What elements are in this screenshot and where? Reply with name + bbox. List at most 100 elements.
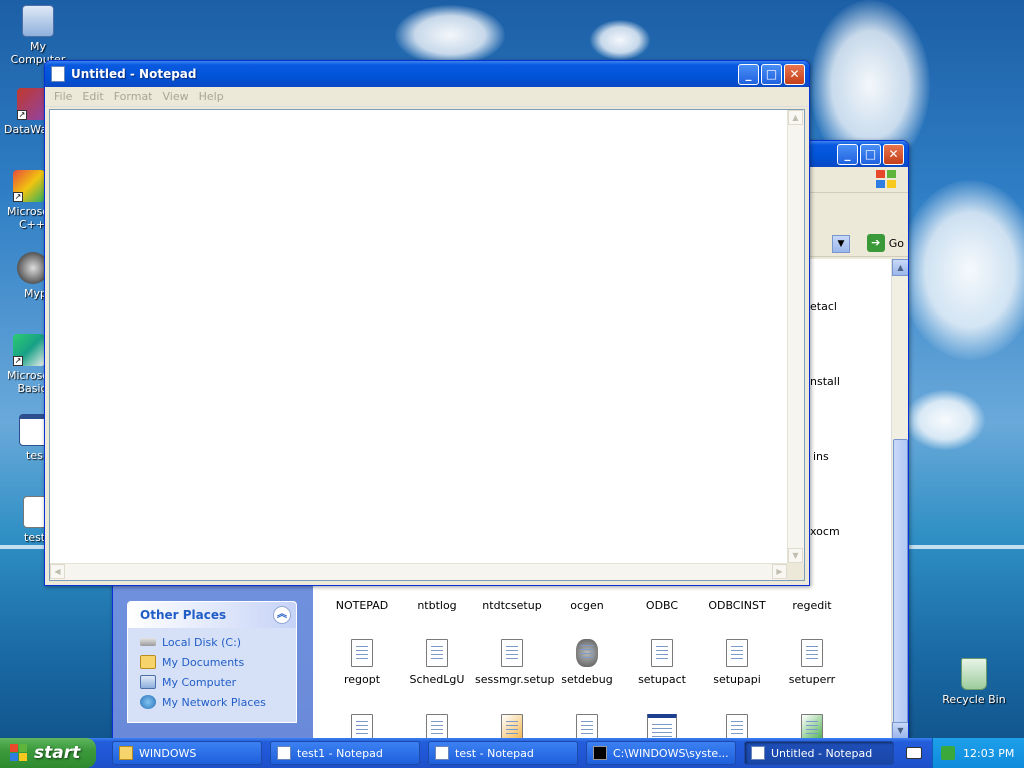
scroll-up-button[interactable]: ▲: [892, 259, 908, 276]
explorer-close-button[interactable]: ✕: [883, 143, 904, 165]
file-item[interactable]: ntdtcsetup: [475, 599, 549, 612]
notepad-text-area[interactable]: ▲ ▼ ◀ ▶: [49, 109, 805, 581]
scroll-up-button[interactable]: ▲: [788, 110, 803, 125]
file-item[interactable]: ODBC: [625, 599, 699, 612]
link-label: My Network Places: [162, 695, 266, 709]
file-item[interactable]: [625, 714, 699, 739]
clock[interactable]: 12:03 PM: [963, 747, 1014, 760]
installer-icon: [801, 714, 823, 739]
notepad-icon: [435, 746, 449, 760]
tray-app-icon[interactable]: [941, 746, 955, 760]
file-label: sessmgr.setup: [475, 673, 555, 686]
file-item[interactable]: regopt: [325, 639, 399, 686]
file-item[interactable]: ODBCINST: [700, 599, 774, 612]
file-item[interactable]: ntbtlog: [400, 599, 474, 612]
resize-grip-icon[interactable]: [787, 563, 804, 580]
notepad-close-button[interactable]: ✕: [784, 63, 805, 85]
file-label: NOTEPAD: [335, 599, 389, 612]
scroll-right-button[interactable]: ▶: [772, 564, 787, 579]
file-item[interactable]: [475, 714, 549, 739]
link-my-network-places[interactable]: My Network Places: [128, 692, 296, 712]
file-label: ODBCINST: [708, 599, 766, 612]
file-label: regopt: [343, 673, 381, 686]
start-label: start: [34, 743, 81, 763]
notepad-vertical-scrollbar[interactable]: ▲ ▼: [787, 110, 804, 563]
file-item[interactable]: sessmgr.setup: [475, 639, 555, 686]
scroll-down-button[interactable]: ▼: [892, 722, 908, 739]
notepad-minimize-button[interactable]: _: [738, 63, 759, 85]
collapse-chevron-icon[interactable]: ︽: [273, 606, 291, 624]
desktop-icon-my-computer[interactable]: My Computer: [1, 5, 75, 66]
config-file-icon: [501, 714, 523, 739]
file-label: xocm: [810, 525, 840, 538]
file-item[interactable]: setuperr: [775, 639, 849, 686]
menu-format[interactable]: Format: [109, 90, 158, 103]
notepad-maximize-button[interactable]: □: [761, 63, 782, 85]
scroll-thumb[interactable]: [893, 439, 908, 739]
file-item[interactable]: [700, 714, 774, 739]
file-item[interactable]: NOTEPAD: [325, 599, 399, 612]
other-places-title: Other Places: [140, 608, 227, 622]
taskbar-item-test1-notepad[interactable]: test1 - Notepad: [270, 741, 420, 765]
link-my-computer[interactable]: My Computer: [128, 672, 296, 692]
notepad-title-bar[interactable]: Untitled - Notepad _ □ ✕: [45, 61, 809, 87]
file-item[interactable]: [400, 714, 474, 739]
text-file-icon: [501, 639, 523, 667]
file-item[interactable]: ocgen: [550, 599, 624, 612]
explorer-vertical-scrollbar[interactable]: ▲ ▼: [891, 259, 908, 739]
desktop-icon-label: Recycle Bin: [942, 693, 1006, 706]
text-file-icon: [651, 639, 673, 667]
text-file-icon: [726, 714, 748, 739]
file-item[interactable]: setupact: [625, 639, 699, 686]
file-item[interactable]: [550, 714, 624, 739]
menu-help[interactable]: Help: [194, 90, 229, 103]
address-dropdown-button[interactable]: ▼: [832, 235, 850, 253]
windows-flag-icon: [10, 744, 28, 762]
file-label: ocgen: [570, 599, 604, 612]
scroll-left-button[interactable]: ◀: [50, 564, 65, 579]
computer-icon: [22, 5, 54, 37]
command-prompt-icon: [593, 746, 607, 760]
taskbar-item-windows[interactable]: WINDOWS: [112, 741, 262, 765]
folder-icon: [140, 655, 156, 669]
link-label: My Computer: [162, 675, 237, 689]
file-label: setupact: [638, 673, 686, 686]
menu-file[interactable]: File: [49, 90, 77, 103]
go-button[interactable]: ➔ Go: [866, 234, 904, 252]
computer-icon: [140, 675, 156, 689]
task-label: C:\WINDOWS\syste...: [613, 746, 729, 760]
scroll-down-button[interactable]: ▼: [788, 548, 803, 563]
task-label: WINDOWS: [139, 746, 197, 760]
file-item[interactable]: setupapi: [700, 639, 774, 686]
keyboard-icon[interactable]: [906, 747, 922, 759]
link-label: Local Disk (C:): [162, 635, 242, 649]
other-places-header[interactable]: Other Places ︽: [128, 602, 296, 628]
go-label: Go: [888, 236, 904, 250]
link-label: My Documents: [162, 655, 245, 669]
menu-view[interactable]: View: [158, 90, 194, 103]
notepad-window[interactable]: Untitled - Notepad _ □ ✕ File Edit Forma…: [44, 60, 810, 586]
file-item[interactable]: SchedLgU: [400, 639, 474, 686]
taskbar-item-untitled-notepad[interactable]: Untitled - Notepad: [744, 741, 894, 765]
file-item[interactable]: [325, 714, 399, 739]
menu-edit[interactable]: Edit: [77, 90, 108, 103]
file-label: SchedLgU: [409, 673, 465, 686]
desktop-icon-recycle-bin[interactable]: Recycle Bin: [937, 658, 1011, 706]
start-button[interactable]: start: [0, 738, 96, 768]
explorer-minimize-button[interactable]: _: [837, 143, 858, 165]
taskbar-item-command-prompt[interactable]: C:\WINDOWS\syste...: [586, 741, 736, 765]
cloud: [590, 20, 650, 60]
bear-icon: [576, 639, 598, 667]
visual-cpp-icon: ↗: [13, 170, 45, 202]
explorer-maximize-button[interactable]: □: [860, 143, 881, 165]
link-my-documents[interactable]: My Documents: [128, 652, 296, 672]
notepad-horizontal-scrollbar[interactable]: ◀ ▶: [50, 563, 787, 580]
file-label: regedit: [792, 599, 832, 612]
link-local-disk[interactable]: Local Disk (C:): [128, 632, 296, 652]
file-item[interactable]: setdebug: [550, 639, 624, 686]
taskbar-item-test-notepad[interactable]: test - Notepad: [428, 741, 578, 765]
notepad-menu-bar: File Edit Format View Help: [45, 87, 809, 107]
file-item[interactable]: regedit: [775, 599, 849, 612]
text-file-icon: [351, 714, 373, 739]
file-item[interactable]: [775, 714, 849, 739]
